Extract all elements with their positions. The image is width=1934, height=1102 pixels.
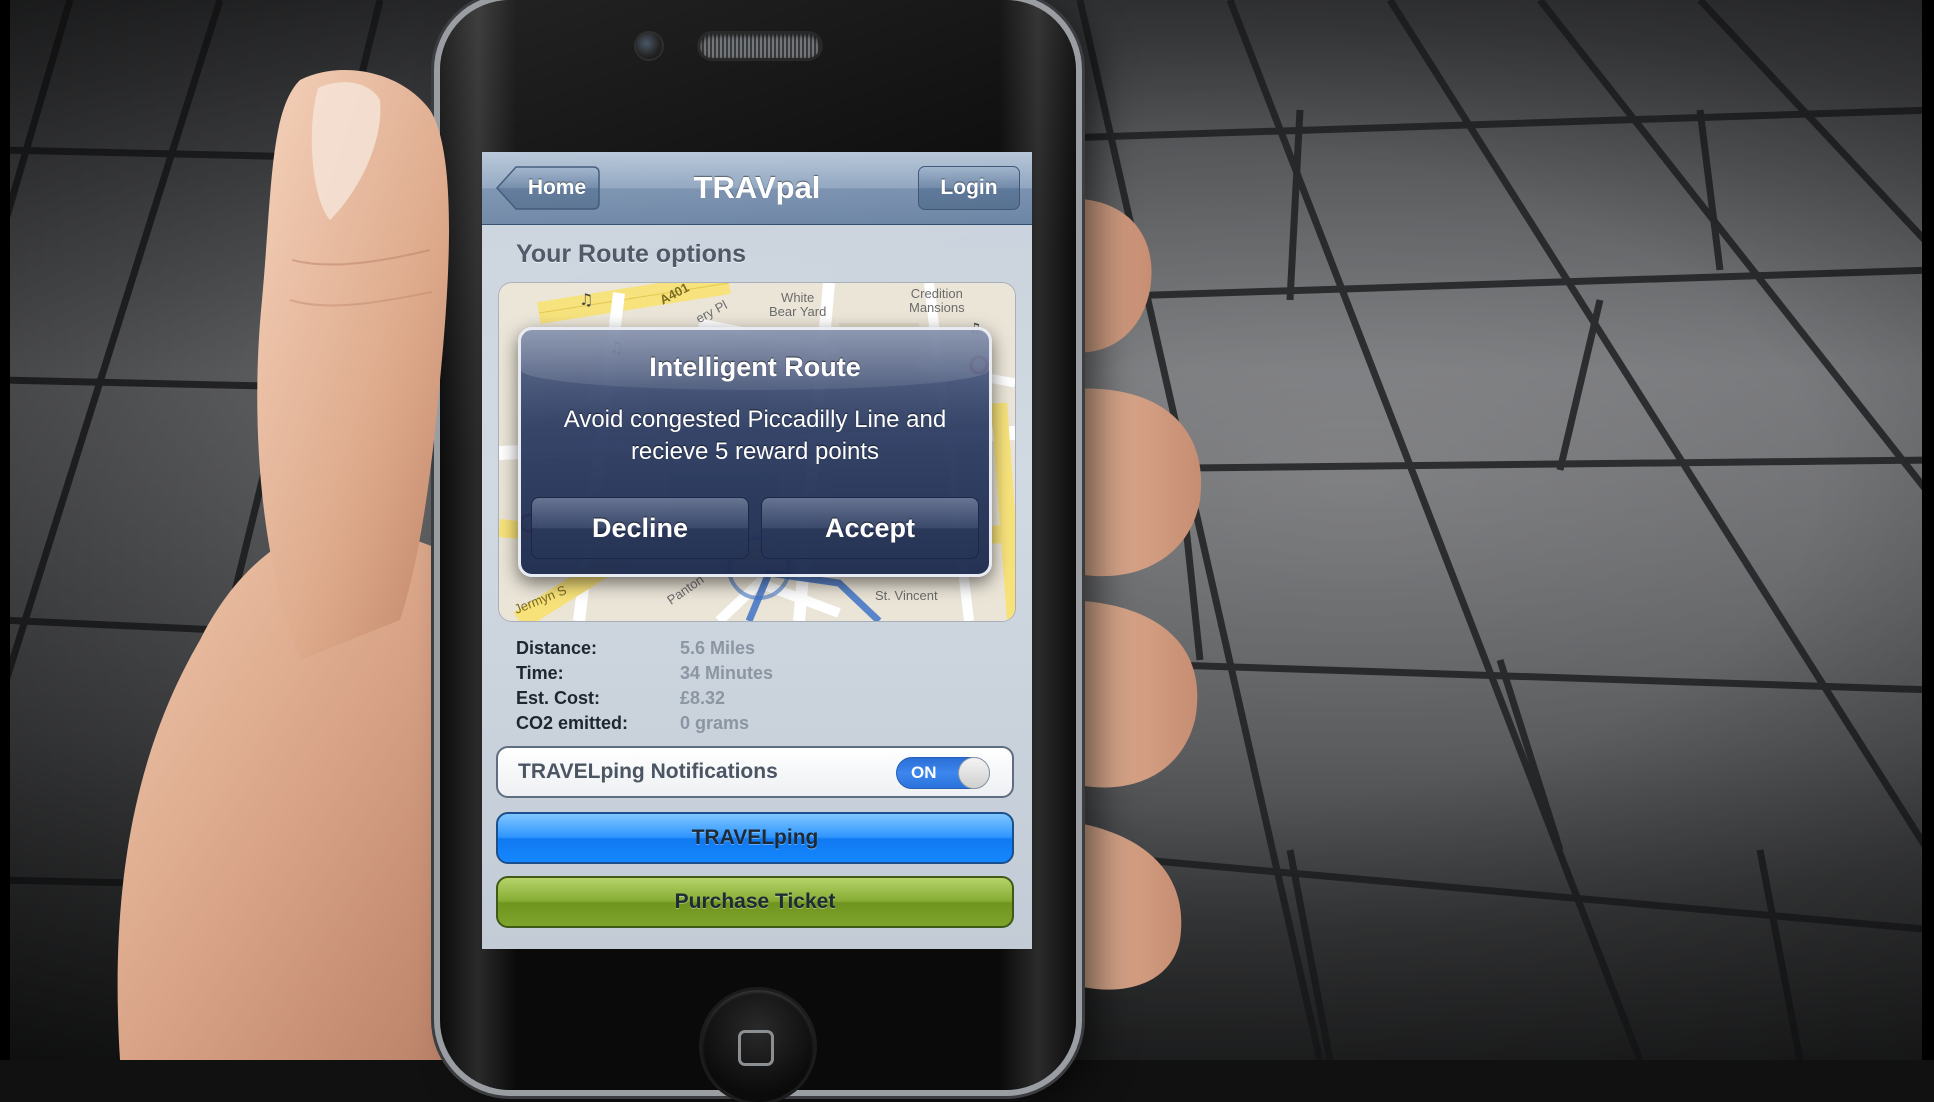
map-label-st-vincent: St. Vincent [875, 588, 938, 603]
stat-label: CO2 emitted: [516, 713, 629, 733]
stat-label: Time: [516, 663, 564, 683]
map-label-white-bear-yard: White Bear Yard [769, 290, 827, 319]
notifications-toggle[interactable]: ON [896, 757, 990, 789]
alert-message: Avoid congested Piccadilly Line and reci… [563, 406, 947, 465]
map-label-credition-mansions: Credition Mansions [909, 286, 965, 315]
toggle-state-label: ON [911, 763, 937, 782]
stat-value: 0 grams [680, 713, 750, 733]
decline-button[interactable]: Decline [531, 497, 749, 559]
stat-row-time: Time: 34 Minutes [516, 661, 996, 686]
purchase-ticket-button[interactable]: Purchase Ticket [496, 876, 1014, 928]
home-back-button[interactable]: Home [496, 166, 600, 210]
alert-title: Intelligent Route [649, 352, 861, 382]
earpiece-speaker [700, 34, 820, 58]
svg-text:♫: ♫ [579, 290, 593, 309]
stat-label: Est. Cost: [516, 688, 601, 708]
toggle-knob [958, 757, 990, 789]
app-screen: TRAVpal Home Login Your Route options ♫ … [482, 152, 1032, 949]
intelligent-route-alert: Intelligent Route Avoid congested Piccad… [518, 327, 992, 577]
stat-label: Distance: [516, 638, 598, 658]
notifications-label: TRAVELping Notifications [518, 760, 778, 783]
route-options-heading: Your Route options [516, 240, 747, 268]
left-frame-border [0, 0, 10, 1060]
navigation-bar: TRAVpal Home Login [482, 152, 1032, 225]
stat-value: 5.6 Miles [680, 638, 756, 658]
home-button-label: Home [527, 176, 587, 199]
accept-button[interactable]: Accept [761, 497, 979, 559]
stat-row-cost: Est. Cost: £8.32 [516, 686, 996, 711]
front-camera-icon [636, 33, 662, 59]
login-button[interactable]: Login [918, 166, 1020, 210]
notifications-setting-row: TRAVELping Notifications ON [496, 746, 1014, 798]
travelping-button[interactable]: TRAVELping [496, 812, 1014, 864]
stat-row-co2: CO2 emitted: 0 grams [516, 711, 996, 736]
right-frame-border [1922, 0, 1934, 1060]
stat-value: 34 Minutes [680, 663, 774, 683]
route-stats: Distance: 5.6 Miles Time: 34 Minutes Est… [516, 636, 996, 736]
stat-value: £8.32 [680, 688, 726, 708]
stat-row-distance: Distance: 5.6 Miles [516, 636, 996, 661]
home-square-icon [738, 1030, 774, 1066]
